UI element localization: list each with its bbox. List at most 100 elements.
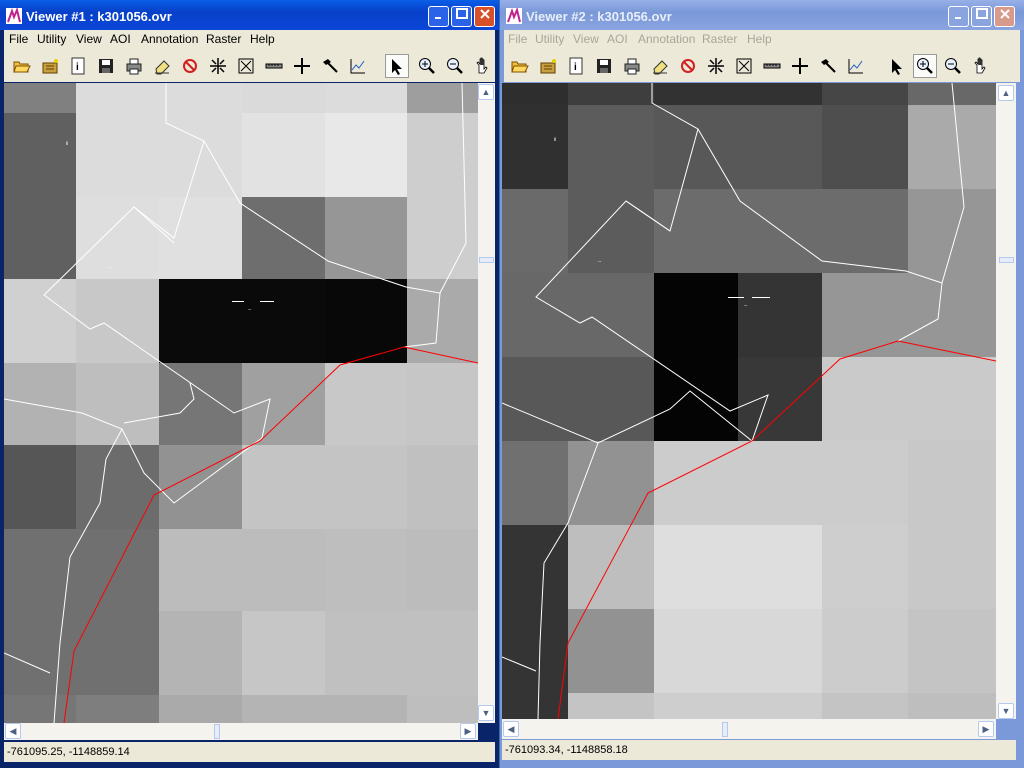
crosshair-tool[interactable] bbox=[290, 54, 314, 78]
raster-pixel bbox=[242, 529, 325, 611]
raster-pixel bbox=[654, 441, 738, 525]
open-tool[interactable] bbox=[10, 54, 34, 78]
raster-pixel bbox=[407, 197, 478, 279]
select-arrow-tool[interactable] bbox=[385, 54, 409, 78]
scroll-thumb[interactable] bbox=[214, 724, 220, 739]
menu-utility[interactable]: Utility bbox=[535, 32, 564, 46]
fit-tool[interactable] bbox=[234, 54, 258, 78]
map-view[interactable]: -- ii -- bbox=[4, 83, 478, 723]
measure-tool[interactable] bbox=[262, 54, 286, 78]
profile-tool[interactable] bbox=[844, 54, 868, 78]
scroll-right-button[interactable]: ▶ bbox=[978, 721, 994, 737]
roam-tool[interactable] bbox=[206, 54, 230, 78]
menu-file[interactable]: File bbox=[508, 32, 527, 46]
crosshair-tool[interactable] bbox=[788, 54, 812, 78]
measure-tool[interactable] bbox=[760, 54, 784, 78]
select-arrow-tool[interactable] bbox=[885, 54, 909, 78]
raster-pixel bbox=[407, 363, 478, 445]
fit-icon bbox=[736, 58, 752, 74]
zoom-out-tool[interactable] bbox=[941, 54, 965, 78]
scroll-thumb[interactable] bbox=[999, 257, 1014, 263]
menu-view[interactable]: View bbox=[573, 32, 599, 46]
new-layer-tool[interactable] bbox=[536, 54, 560, 78]
close-button[interactable] bbox=[474, 6, 495, 27]
raster-pixel bbox=[822, 609, 908, 693]
raster-pixel bbox=[407, 445, 478, 529]
raster-image[interactable]: -- ii -- bbox=[4, 83, 478, 723]
raster-pixel bbox=[159, 611, 242, 695]
profile-tool[interactable] bbox=[346, 54, 370, 78]
vertical-scrollbar[interactable]: ▲ ▼ bbox=[996, 83, 1016, 719]
pan-tool[interactable] bbox=[471, 54, 495, 78]
raster-pixel bbox=[502, 441, 568, 525]
zoom-in-tool[interactable] bbox=[415, 54, 439, 78]
pan-tool[interactable] bbox=[969, 54, 993, 78]
zoom-in-tool[interactable] bbox=[913, 54, 937, 78]
menu-annotation[interactable]: Annotation bbox=[141, 32, 198, 46]
roam-tool[interactable] bbox=[704, 54, 728, 78]
horizontal-scrollbar[interactable]: ◀ ▶ bbox=[4, 723, 478, 740]
raster-pixel bbox=[908, 525, 996, 609]
menu-utility[interactable]: Utility bbox=[37, 32, 66, 46]
close-button[interactable] bbox=[994, 6, 1015, 27]
info-tool[interactable]: i bbox=[66, 54, 90, 78]
map-view[interactable]: -- ii -- bbox=[502, 83, 996, 719]
raster-pixel bbox=[738, 189, 822, 273]
clear-tool[interactable] bbox=[178, 54, 202, 78]
minimize-button[interactable] bbox=[948, 6, 969, 27]
hammer-tool[interactable] bbox=[816, 54, 840, 78]
scroll-left-button[interactable]: ◀ bbox=[5, 723, 21, 739]
raster-pixel bbox=[407, 83, 478, 113]
coordinate-status: -761093.34, -1148858.18 bbox=[502, 740, 1016, 760]
print-tool[interactable] bbox=[122, 54, 146, 78]
scroll-left-button[interactable]: ◀ bbox=[503, 721, 519, 737]
fit-tool[interactable] bbox=[732, 54, 756, 78]
open-tool[interactable] bbox=[508, 54, 532, 78]
save-icon bbox=[597, 59, 611, 73]
raster-pixel bbox=[325, 611, 407, 695]
save-tool[interactable] bbox=[592, 54, 616, 78]
eraser-tool[interactable] bbox=[648, 54, 672, 78]
menu-view[interactable]: View bbox=[76, 32, 102, 46]
scroll-down-button[interactable]: ▼ bbox=[478, 705, 494, 721]
raster-pixel bbox=[502, 609, 568, 693]
hammer-tool[interactable] bbox=[318, 54, 342, 78]
title-bar[interactable]: Viewer #2 : k301056.ovr bbox=[500, 0, 1024, 30]
zoom-out-tool[interactable] bbox=[443, 54, 467, 78]
raster-pixel bbox=[4, 695, 76, 723]
profile-icon bbox=[848, 59, 863, 74]
scroll-down-button[interactable]: ▼ bbox=[998, 703, 1014, 719]
info-tool[interactable]: i bbox=[564, 54, 588, 78]
vertical-scrollbar[interactable]: ▲ ▼ bbox=[478, 83, 495, 723]
eraser-tool[interactable] bbox=[150, 54, 174, 78]
menu-raster[interactable]: Raster bbox=[702, 32, 737, 46]
new-layer-tool[interactable] bbox=[38, 54, 62, 78]
raster-image[interactable]: -- ii -- bbox=[502, 83, 996, 719]
menu-annotation[interactable]: Annotation bbox=[638, 32, 695, 46]
menu-raster[interactable]: Raster bbox=[206, 32, 241, 46]
menu-file[interactable]: File bbox=[9, 32, 28, 46]
raster-pixel bbox=[159, 529, 242, 611]
raster-pixel bbox=[568, 105, 654, 189]
maximize-button[interactable] bbox=[451, 6, 472, 27]
raster-pixel bbox=[4, 279, 76, 363]
save-icon bbox=[99, 59, 113, 73]
minimize-button[interactable] bbox=[428, 6, 449, 27]
select-arrow-icon bbox=[892, 59, 902, 75]
horizontal-scrollbar[interactable]: ◀ ▶ bbox=[502, 719, 996, 739]
print-tool[interactable] bbox=[620, 54, 644, 78]
menu-aoi[interactable]: AOI bbox=[110, 32, 131, 46]
save-tool[interactable] bbox=[94, 54, 118, 78]
scroll-up-button[interactable]: ▲ bbox=[998, 85, 1014, 101]
menu-aoi[interactable]: AOI bbox=[607, 32, 628, 46]
menu-help[interactable]: Help bbox=[250, 32, 275, 46]
scroll-thumb[interactable] bbox=[479, 257, 494, 263]
menu-help[interactable]: Help bbox=[747, 32, 772, 46]
maximize-button[interactable] bbox=[971, 6, 992, 27]
scroll-thumb[interactable] bbox=[722, 722, 728, 737]
raster-pixel bbox=[654, 83, 738, 105]
clear-tool[interactable] bbox=[676, 54, 700, 78]
title-bar[interactable]: Viewer #1 : k301056.ovr bbox=[0, 0, 499, 30]
scroll-up-button[interactable]: ▲ bbox=[478, 84, 494, 100]
scroll-right-button[interactable]: ▶ bbox=[460, 723, 476, 739]
